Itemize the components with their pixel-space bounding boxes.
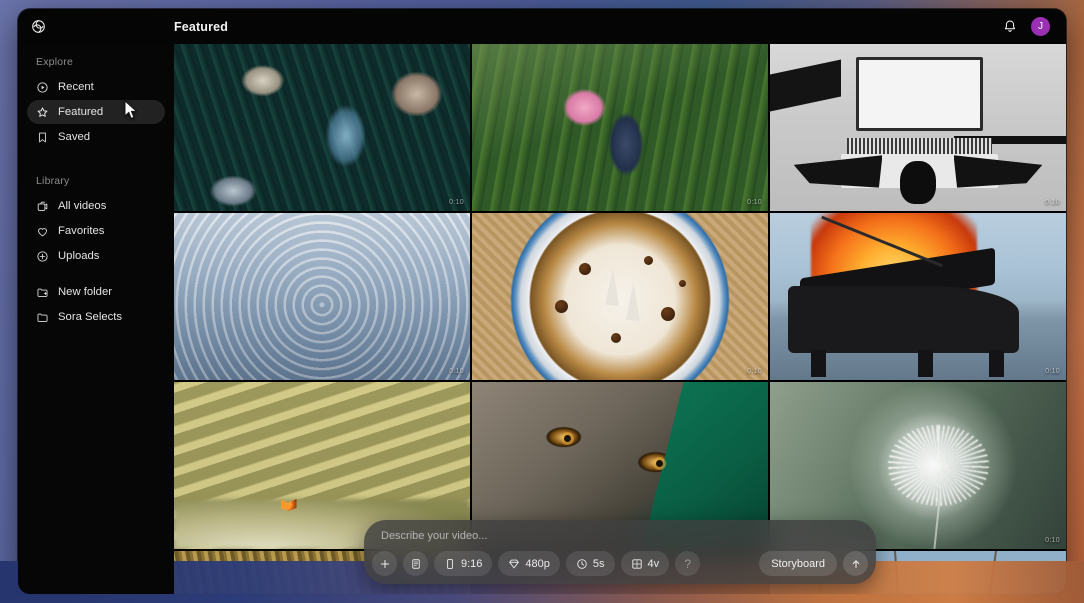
tile-thumbnail	[472, 213, 768, 380]
sidebar-item-label: All videos	[58, 200, 107, 212]
plus-icon	[380, 559, 389, 568]
sidebar-item-saved[interactable]: Saved	[27, 125, 165, 149]
prompt-controls-row: 9:16 480p 5s 4v ? Storyboard	[372, 551, 868, 576]
variations-button[interactable]: 4v	[620, 551, 670, 576]
sidebar-item-label: New folder	[58, 286, 112, 298]
sidebar-item-all-videos[interactable]: All videos	[27, 194, 165, 218]
storyboard-label: Storyboard	[771, 557, 825, 570]
user-avatar[interactable]: J	[1031, 17, 1050, 36]
bookmark-icon	[39, 132, 46, 142]
phone-icon	[447, 558, 453, 569]
video-tile-bat-and-laptop-bw[interactable]: 0:10	[770, 44, 1066, 211]
presets-button[interactable]	[403, 551, 428, 576]
video-tile-water-ripples[interactable]: 0:10	[174, 213, 470, 380]
prompt-input[interactable]: Describe your video...	[372, 530, 868, 551]
tile-duration: 0:10	[1045, 368, 1060, 375]
sidebar-item-label: Recent	[58, 81, 94, 93]
grid-icon	[631, 558, 642, 569]
play-circle-icon	[37, 81, 48, 93]
sidebar-section-label-explore: Explore	[36, 56, 74, 68]
duration-label: 5s	[592, 557, 605, 570]
desktop-background: Featured J Explore Recent Featured Saved…	[0, 0, 1084, 603]
video-grid: 0:10 0:10 0:10 0:10 0:10 0:10 0:10	[174, 44, 1066, 594]
sidebar-item-label: Favorites	[58, 225, 105, 237]
resolution-label: 480p	[525, 557, 550, 570]
tile-thumbnail	[770, 213, 1066, 380]
sidebar-item-featured[interactable]: Featured	[27, 100, 165, 124]
notification-bell-icon[interactable]	[1002, 19, 1018, 35]
sidebar-section-label-library: Library	[36, 175, 70, 187]
sora-logo-icon	[32, 20, 45, 33]
sidebar-item-label: Sora Selects	[58, 311, 123, 323]
sidebar-item-label: Uploads	[58, 250, 100, 262]
help-button[interactable]: ?	[675, 551, 701, 576]
send-button[interactable]	[843, 551, 868, 576]
tile-thumbnail	[472, 44, 768, 211]
video-stack-icon	[37, 201, 48, 211]
duration-button[interactable]: 5s	[565, 551, 615, 576]
tile-duration: 0:10	[1045, 537, 1060, 544]
tile-duration: 0:10	[1045, 199, 1060, 206]
tile-thumbnail	[174, 213, 470, 380]
video-tile-girl-with-flowers[interactable]: 0:10	[472, 44, 768, 211]
video-tile-latte-with-sailboats[interactable]: 0:10	[472, 213, 768, 380]
tile-duration: 0:10	[747, 199, 762, 206]
video-tile-burning-piano-beach[interactable]: 0:10	[770, 213, 1066, 380]
diamond-icon	[509, 559, 520, 568]
clock-icon	[577, 558, 587, 569]
video-gallery: 0:10 0:10 0:10 0:10 0:10 0:10 0:10 Descr…	[174, 44, 1066, 594]
page-title: Featured	[174, 19, 228, 34]
tile-thumbnail	[174, 44, 470, 211]
video-tile-underwater-kelp-ice[interactable]: 0:10	[174, 44, 470, 211]
sidebar-item-recent[interactable]: Recent	[27, 75, 165, 99]
sidebar-item-sora-selects[interactable]: Sora Selects	[27, 305, 165, 329]
app-logo[interactable]	[18, 18, 174, 35]
variations-label: 4v	[647, 557, 660, 570]
help-label: ?	[684, 556, 691, 571]
aspect-ratio-label: 9:16	[461, 557, 483, 570]
star-icon	[37, 107, 48, 117]
sidebar: Explore Recent Featured Saved Library Al…	[18, 44, 174, 594]
document-icon	[411, 558, 420, 569]
top-bar: Featured J	[18, 9, 1066, 44]
add-attachment-button[interactable]	[372, 551, 397, 576]
folder-plus-icon	[37, 288, 48, 297]
sidebar-item-label: Saved	[58, 131, 91, 143]
arrow-up-icon	[852, 559, 859, 568]
aspect-ratio-button[interactable]: 9:16	[434, 551, 493, 576]
prompt-panel: Describe your video... 9:16 480p 5s 4v ?…	[364, 520, 876, 584]
tile-duration: 0:10	[449, 199, 464, 206]
sora-app-window: Featured J Explore Recent Featured Saved…	[18, 9, 1066, 594]
prompt-bar: Describe your video... 9:16 480p 5s 4v ?…	[364, 520, 876, 584]
plus-circle-icon	[37, 250, 48, 262]
avatar-initial: J	[1038, 21, 1043, 32]
tile-thumbnail	[770, 44, 1066, 211]
sidebar-divider-gap	[27, 269, 165, 280]
top-bar-actions: J	[1002, 17, 1066, 36]
resolution-button[interactable]: 480p	[498, 551, 560, 576]
tile-duration: 0:10	[747, 368, 762, 375]
sidebar-item-uploads[interactable]: Uploads	[27, 244, 165, 268]
storyboard-button[interactable]: Storyboard	[759, 551, 837, 576]
heart-icon	[38, 227, 47, 236]
folder-icon	[37, 313, 48, 322]
app-body: Explore Recent Featured Saved Library Al…	[18, 44, 1066, 594]
sidebar-item-favorites[interactable]: Favorites	[27, 219, 165, 243]
tile-duration: 0:10	[449, 368, 464, 375]
sidebar-item-label: Featured	[58, 106, 104, 118]
sidebar-item-new-folder[interactable]: New folder	[27, 280, 165, 304]
